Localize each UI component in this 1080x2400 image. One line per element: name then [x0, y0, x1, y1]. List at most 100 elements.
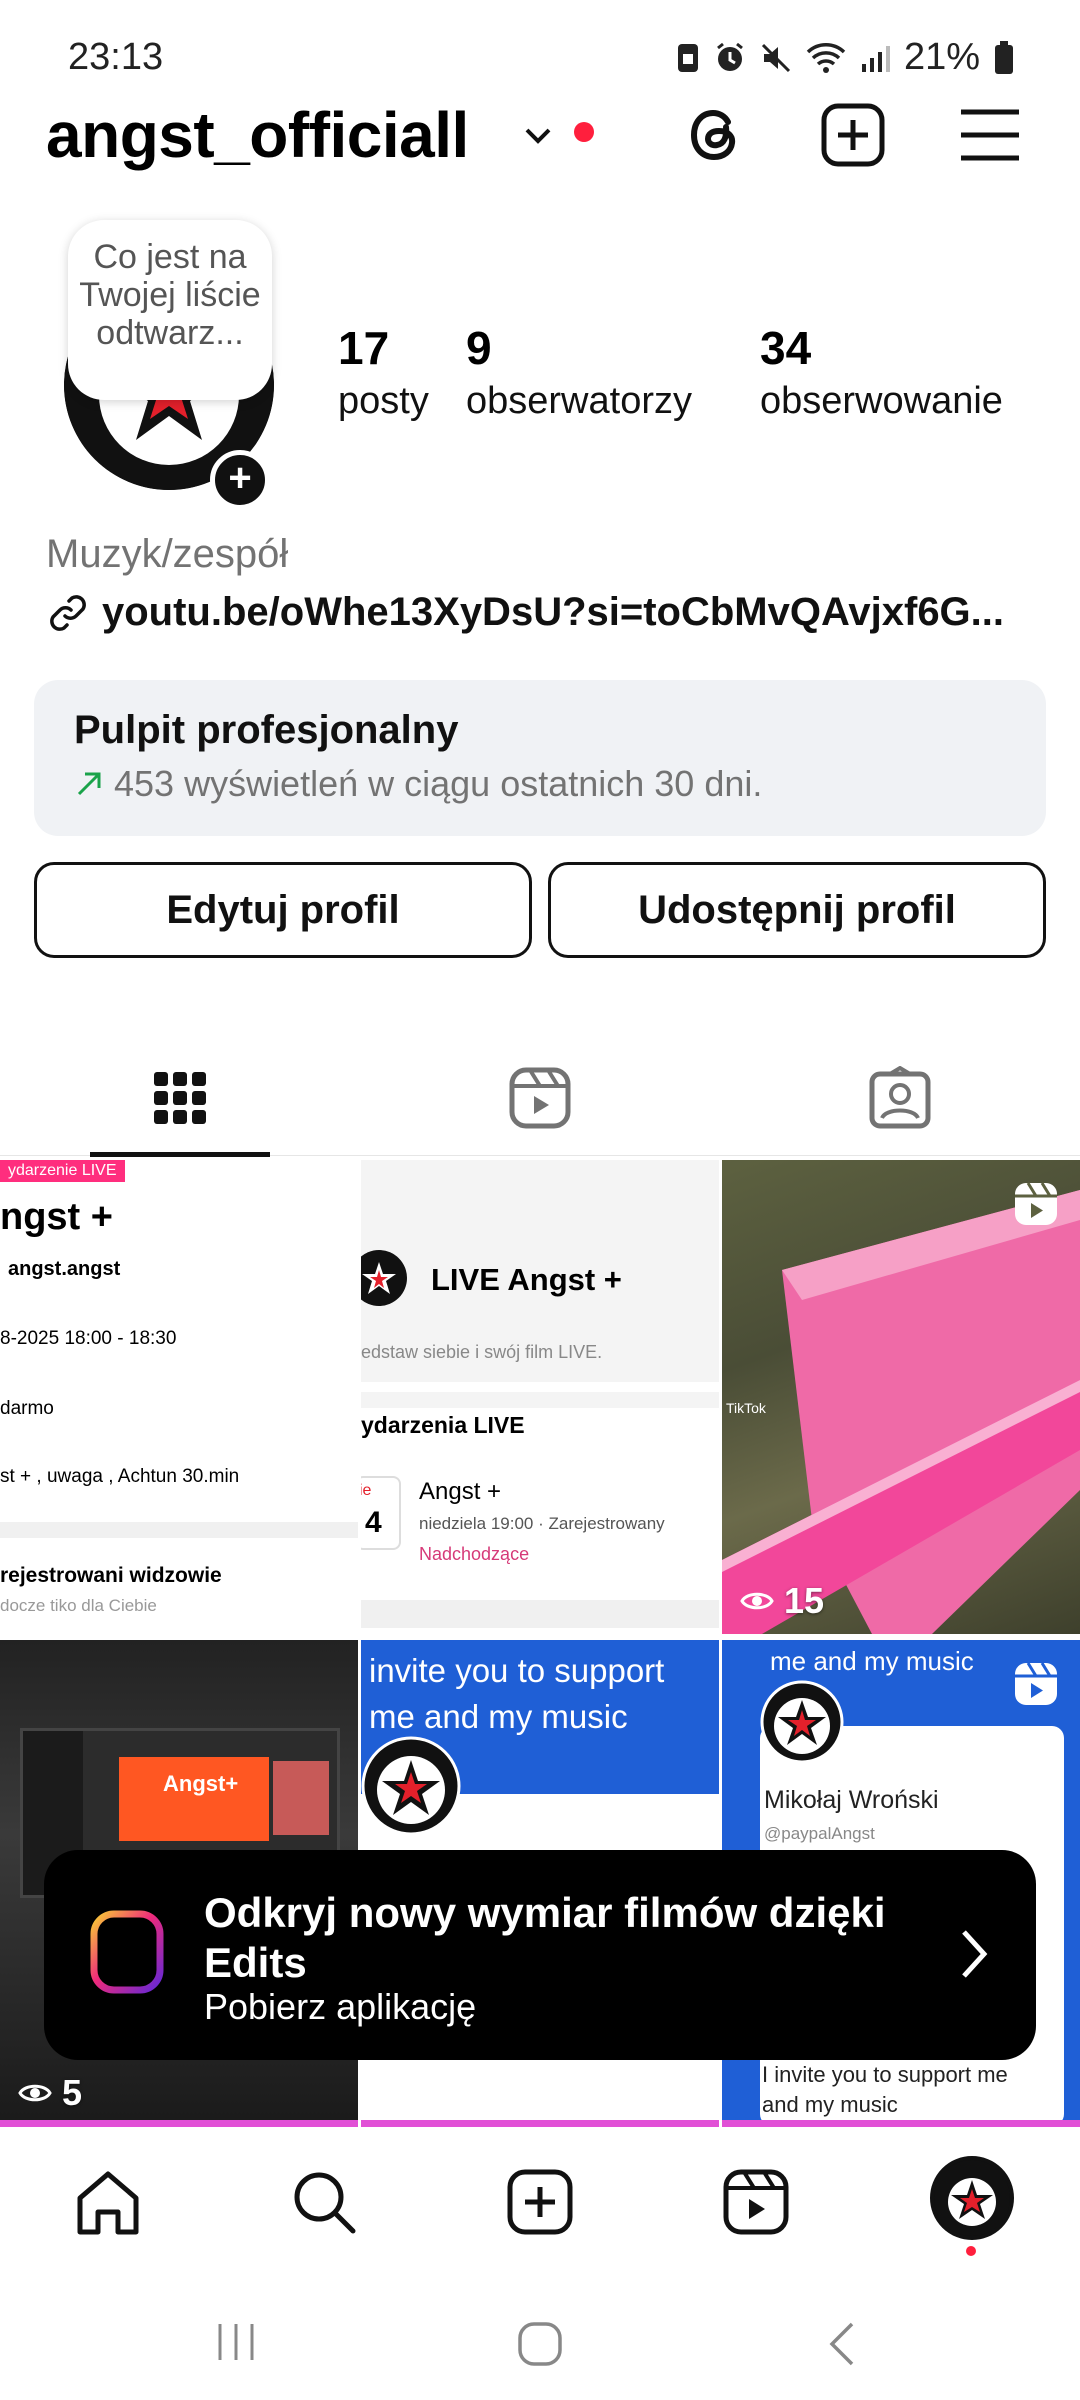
stat-following[interactable]: 34 obserwowanie: [760, 320, 1003, 426]
post-footer: rejestrowani widzowie: [0, 1564, 222, 1587]
stat-value: 34: [760, 322, 812, 374]
star-logo: [760, 1680, 844, 1764]
post-section-title: ydarzenia LIVE: [361, 1412, 525, 1438]
tab-reels[interactable]: [360, 1040, 720, 1156]
post-title: ngst +: [0, 1196, 113, 1238]
create-post-icon[interactable]: [818, 100, 888, 170]
card-name: Mikołaj Wroński: [764, 1786, 939, 1814]
pink-wood-image: [722, 1190, 1080, 1634]
divider: [361, 1382, 719, 1392]
menu-icon[interactable]: [955, 100, 1025, 170]
divider: [361, 1600, 719, 1628]
profile-category: Muzyk/zespół: [46, 532, 289, 576]
mute-icon: [761, 43, 790, 72]
pink-divider: [0, 2120, 358, 2127]
post-event: Angst +: [419, 1478, 502, 1505]
view-count: 15: [740, 1580, 824, 1622]
share-profile-button[interactable]: Udostępnij profil: [548, 862, 1046, 958]
back-icon[interactable]: [822, 2320, 862, 2368]
tiktok-watermark: TikTok: [726, 1400, 766, 1416]
banner-title: Odkryj nowy wymiar filmów dzięki Edits: [204, 1889, 886, 1986]
battery-percent: 21%: [903, 36, 980, 78]
reels-icon: [1015, 1182, 1057, 1225]
chevron-right-icon[interactable]: [956, 1924, 992, 1984]
threads-icon[interactable]: [680, 100, 750, 170]
screen-panel: [119, 1757, 269, 1841]
stat-value: 17: [338, 322, 390, 374]
stat-label: posty: [338, 380, 429, 422]
post-thumbnail[interactable]: TikTok 15: [722, 1160, 1080, 1634]
post-bottom-text: I invite you to support me and my music: [762, 2062, 1008, 2117]
reels-icon[interactable]: [720, 2166, 792, 2238]
home-button-icon[interactable]: [516, 2320, 564, 2368]
screen-image: [273, 1761, 329, 1835]
add-story-button[interactable]: +: [210, 450, 270, 510]
pink-divider: [722, 2120, 1080, 2127]
edits-logo-icon: [90, 1910, 164, 1994]
post-handle: angst.angst: [8, 1258, 121, 1280]
note-bubble[interactable]: Co jest na Twojej liście odtwarz...: [68, 220, 272, 400]
grid-icon: [154, 1072, 206, 1124]
notification-dot: [574, 122, 594, 142]
post-title: LIVE Angst +: [431, 1262, 622, 1297]
stat-value: 9: [466, 322, 492, 374]
edit-profile-button[interactable]: Edytuj profil: [34, 862, 532, 958]
post-event-status: Nadchodzące: [419, 1544, 530, 1564]
view-count: 5: [18, 2072, 82, 2114]
status-bar: 23:13 21%: [0, 0, 1080, 110]
professional-dashboard[interactable]: Pulpit profesjonalny 453 wyświetleń w ci…: [34, 680, 1046, 836]
post-day-prefix: ie: [361, 1482, 372, 1499]
wifi-icon: [806, 42, 846, 73]
post-price: darmo: [0, 1398, 54, 1419]
profile-link[interactable]: youtu.be/oWhe13XyDsU?si=toCbMvQAvjxf6G..…: [46, 590, 1004, 635]
post-tags: st + , uwaga , Achtun 30.min: [0, 1466, 240, 1487]
chevron-down-icon[interactable]: [520, 118, 556, 154]
post-date: 8-2025 18:00 - 18:30: [0, 1328, 177, 1349]
notification-dot: [966, 2246, 976, 2256]
profile-tabs: [0, 1040, 1080, 1157]
post-thumbnail[interactable]: LIVE Angst + edstaw siebie i swój film L…: [361, 1160, 719, 1634]
post-thumbnail[interactable]: ydarzenie LIVE ngst + angst.angst 8-2025…: [0, 1160, 358, 1634]
sim-card-icon: [677, 43, 698, 72]
view-count-value: 15: [784, 1580, 825, 1621]
dashboard-title: Pulpit profesjonalny: [74, 708, 459, 752]
reels-icon: [1015, 1662, 1057, 1705]
divider: [0, 1522, 358, 1538]
screen-title: Angst+: [163, 1771, 239, 1796]
recent-apps-icon[interactable]: [214, 2320, 258, 2364]
banner-subtitle: Pobierz aplikację: [204, 1986, 477, 2027]
star-logo: [361, 1250, 407, 1306]
pink-divider: [361, 2120, 719, 2127]
trend-up-icon: [77, 772, 101, 796]
view-count-value: 5: [62, 2072, 83, 2113]
tab-tagged[interactable]: [720, 1040, 1080, 1156]
alarm-icon: [717, 42, 743, 71]
profile-avatar[interactable]: [930, 2156, 1014, 2240]
status-icons: 21%: [676, 36, 1014, 79]
search-icon[interactable]: [288, 2166, 360, 2238]
post-text: invite you to support me and my music: [369, 1652, 665, 1735]
link-text[interactable]: youtu.be/oWhe13XyDsU?si=toCbMvQAvjxf6G..…: [102, 590, 1004, 635]
create-icon[interactable]: [504, 2166, 576, 2238]
signal-icon: [861, 45, 890, 72]
link-icon: [50, 594, 86, 631]
live-badge: ydarzenie LIVE: [0, 1160, 125, 1182]
reels-icon: [509, 1067, 571, 1129]
username[interactable]: angst_officiall: [46, 100, 469, 170]
home-icon[interactable]: [72, 2166, 144, 2238]
status-time: 23:13: [68, 36, 164, 78]
edits-promo-banner[interactable]: Odkryj nowy wymiar filmów dzięki Edits P…: [44, 1850, 1036, 2060]
stat-followers[interactable]: 9 obserwatorzy: [466, 320, 692, 426]
stat-posts[interactable]: 17 posty: [338, 320, 429, 426]
eye-icon: [740, 1592, 774, 1610]
battery-icon: [995, 40, 1013, 74]
star-logo: [361, 1736, 461, 1836]
dashboard-subtitle-row: 453 wyświetleń w ciągu ostatnich 30 dni.: [74, 763, 1006, 805]
eye-icon: [18, 2084, 52, 2102]
active-tab-indicator: [90, 1152, 270, 1157]
tab-grid[interactable]: [0, 1040, 360, 1157]
card-handle: @paypalAngst: [764, 1824, 875, 1843]
dashboard-subtitle: 453 wyświetleń w ciągu ostatnich 30 dni.: [114, 763, 763, 804]
stat-label: obserwowanie: [760, 380, 1003, 422]
post-day-box: ie 4: [361, 1476, 401, 1550]
